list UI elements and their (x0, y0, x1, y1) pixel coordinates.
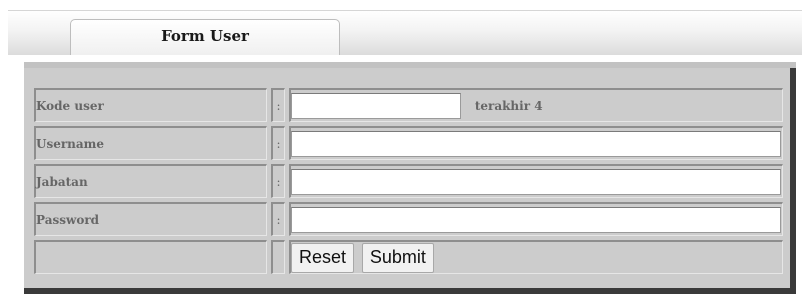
submit-button[interactable]: Submit (361, 242, 434, 273)
form-panel: Kode user : terakhir 4 Username : Jabata… (24, 68, 796, 294)
separator-colon: : (271, 202, 285, 236)
separator-colon: : (271, 126, 285, 160)
kode-user-input[interactable] (291, 92, 461, 119)
username-input[interactable] (291, 130, 781, 157)
table-row: Kode user : terakhir 4 (34, 88, 783, 122)
jabatan-cell (289, 164, 783, 198)
jabatan-input[interactable] (291, 168, 781, 195)
tab-form-user[interactable]: Form User (70, 19, 340, 55)
password-cell (289, 202, 783, 236)
separator-colon: : (271, 164, 285, 198)
tab-bar: Form User (8, 10, 802, 55)
form-user-table: Kode user : terakhir 4 Username : Jabata… (30, 84, 787, 278)
reset-button[interactable]: Reset (291, 242, 355, 273)
empty-label-cell (34, 240, 267, 274)
jabatan-label: Jabatan (34, 164, 267, 198)
buttons-cell: Reset Submit (289, 240, 783, 274)
kode-user-label: Kode user (34, 88, 267, 122)
separator-colon: : (271, 88, 285, 122)
table-row: Password : (34, 202, 783, 236)
username-cell (289, 126, 783, 160)
last-code-hint: terakhir 4 (474, 99, 543, 113)
table-row: Jabatan : (34, 164, 783, 198)
table-row: Username : (34, 126, 783, 160)
password-label: Password (34, 202, 267, 236)
table-row: Reset Submit (34, 240, 783, 274)
empty-separator-cell (271, 240, 285, 274)
username-label: Username (34, 126, 267, 160)
password-input[interactable] (291, 206, 781, 233)
kode-user-cell: terakhir 4 (289, 88, 783, 122)
